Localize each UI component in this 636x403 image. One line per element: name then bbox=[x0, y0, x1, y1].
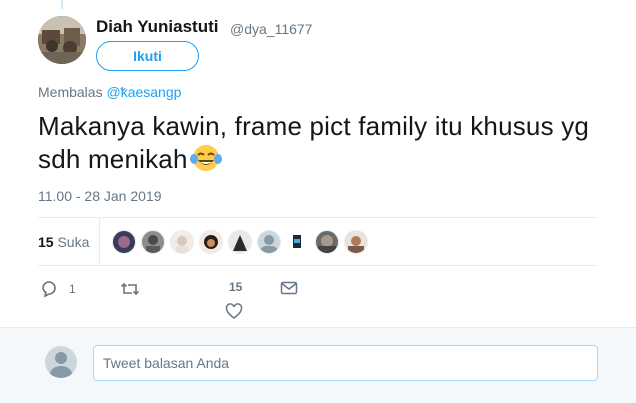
likers-avatar-list bbox=[112, 230, 373, 254]
liker-avatar[interactable] bbox=[286, 230, 310, 254]
replying-to: Membalas @kaesangp bbox=[38, 84, 181, 100]
face-with-tears-of-joy-icon bbox=[189, 143, 222, 173]
reply-icon[interactable] bbox=[40, 280, 58, 298]
retweet-action[interactable] bbox=[120, 280, 140, 298]
like-action[interactable] bbox=[225, 303, 243, 320]
retweet-icon[interactable] bbox=[120, 280, 140, 298]
reply-action[interactable]: 1 bbox=[40, 280, 76, 298]
liker-avatar[interactable] bbox=[141, 230, 165, 254]
replying-to-mention-link[interactable]: @kaesangp bbox=[106, 84, 181, 100]
tweet-timestamp[interactable]: 11.00 - 28 Jan 2019 bbox=[38, 188, 162, 204]
follow-button[interactable]: Ikuti bbox=[96, 41, 199, 71]
tweet-stats: 15 Suka bbox=[38, 217, 598, 265]
envelope-icon[interactable] bbox=[280, 280, 298, 296]
author-avatar[interactable] bbox=[38, 16, 86, 64]
tweet-body: Makanya kawin, frame pict family itu khu… bbox=[38, 111, 590, 174]
liker-avatar[interactable] bbox=[112, 230, 136, 254]
current-user-avatar bbox=[45, 346, 77, 378]
divider bbox=[38, 265, 598, 266]
author-name[interactable]: Diah Yuniastuti bbox=[96, 17, 219, 37]
tweet-text: Makanya kawin, frame pict family itu khu… bbox=[38, 110, 618, 176]
heart-icon[interactable] bbox=[225, 303, 243, 320]
direct-message-action[interactable] bbox=[280, 280, 298, 296]
liker-avatar[interactable] bbox=[257, 230, 281, 254]
thread-connector-line bbox=[61, 0, 63, 9]
liker-avatar[interactable] bbox=[228, 230, 252, 254]
likes-count-label: Suka bbox=[57, 234, 90, 250]
stats-separator bbox=[99, 217, 100, 265]
reply-composer: Tweet balasan Anda bbox=[0, 327, 636, 403]
replying-to-prefix: Membalas bbox=[38, 84, 103, 100]
like-count: 15 bbox=[229, 280, 243, 294]
liker-avatar[interactable] bbox=[199, 230, 223, 254]
author-handle[interactable]: @dya_11677 bbox=[230, 21, 312, 37]
likes-count-number: 15 bbox=[38, 234, 54, 250]
tweet-actions: 1 15 bbox=[38, 276, 598, 326]
liker-avatar[interactable] bbox=[170, 230, 194, 254]
liker-avatar[interactable] bbox=[315, 230, 339, 254]
liker-avatar[interactable] bbox=[344, 230, 368, 254]
reply-count: 1 bbox=[69, 282, 76, 296]
reply-input[interactable]: Tweet balasan Anda bbox=[93, 345, 598, 381]
likes-count[interactable]: 15 Suka bbox=[38, 234, 89, 250]
